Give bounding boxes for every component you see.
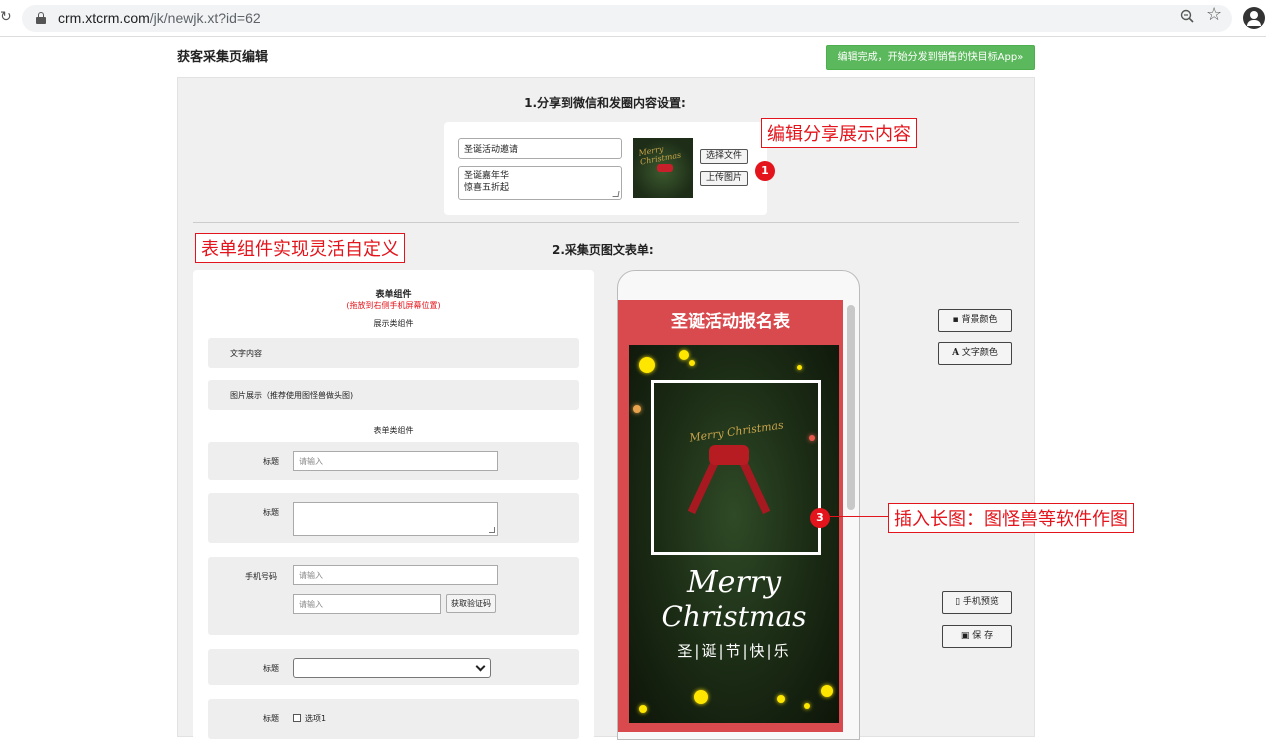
poster-frame <box>651 380 821 555</box>
form-section-title: 2.采集页图文表单: <box>552 243 654 257</box>
select-component[interactable]: 标题 <box>208 649 579 685</box>
component-panel-hint: (拖放到右侧手机屏幕位置) <box>346 301 441 310</box>
resize-handle-icon[interactable] <box>489 527 495 533</box>
select-dropdown[interactable] <box>293 658 491 678</box>
bokeh-light-decoration <box>821 685 833 697</box>
reload-icon[interactable]: ↻ <box>0 9 12 25</box>
finish-edit-button[interactable]: 编辑完成，开始分发到销售的快目标App» <box>826 45 1035 70</box>
component-label: 图片展示（推荐使用图怪兽做头图) <box>230 391 354 400</box>
text-field-input[interactable]: 请输入 <box>293 451 498 471</box>
floppy-disk-icon: ▣ <box>960 631 970 641</box>
checkbox[interactable] <box>293 714 301 722</box>
share-section-title: 1.分享到微信和发圈内容设置: <box>524 96 686 110</box>
choose-file-button[interactable]: 选择文件 <box>700 149 749 164</box>
share-desc-textarea[interactable]: 圣诞嘉年华 惊喜五折起 <box>458 166 622 200</box>
callout-connector-line <box>830 516 888 517</box>
textarea-component[interactable]: 标题 <box>208 493 579 543</box>
address-bar[interactable]: crm.xtcrm.com/jk/newjk.xt?id=62 <box>22 5 1232 32</box>
callout-form-components: 表单组件实现灵活自定义 <box>195 233 405 263</box>
phone-preview-button[interactable]: ▯ 手机预览 <box>942 591 1012 614</box>
mobile-icon: ▯ <box>955 597 961 607</box>
verify-code-input[interactable]: 请输入 <box>293 594 441 614</box>
text-field-component[interactable]: 标题 请输入 <box>208 442 579 480</box>
save-button[interactable]: ▣ 保 存 <box>942 625 1012 648</box>
poster-merry-text: Merry <box>686 565 782 600</box>
share-thumbnail: Merry Christmas <box>633 138 693 198</box>
resize-handle-icon[interactable] <box>612 191 620 197</box>
checkbox-option-label: 选项1 <box>305 714 327 723</box>
bow-decoration <box>657 164 673 172</box>
bokeh-light-decoration <box>639 357 655 373</box>
phone-form-title: 圣诞活动报名表 <box>671 312 790 332</box>
button-label: 保 存 <box>972 631 994 641</box>
poster-image[interactable]: Merry Christmas Merry Christmas 圣|诞|节|快|… <box>629 345 839 723</box>
share-desc-line: 惊喜五折起 <box>464 183 510 193</box>
bokeh-light-decoration <box>804 703 810 709</box>
button-label: 背景颜色 <box>961 315 998 325</box>
browser-toolbar: ↻ crm.xtcrm.com/jk/newjk.xt?id=62 ☆ <box>0 0 1266 37</box>
bokeh-light-decoration <box>777 695 785 703</box>
annotation-badge-1: 1 <box>755 161 775 181</box>
phone-scrollbar[interactable] <box>847 305 855 510</box>
bokeh-light-decoration <box>689 360 695 366</box>
phone-input[interactable]: 请输入 <box>293 565 498 585</box>
component-label: 标题 <box>263 664 279 673</box>
callout-edit-share: 编辑分享展示内容 <box>761 118 917 148</box>
upload-image-button[interactable]: 上传图片 <box>700 171 749 186</box>
annotation-badge-3: 3 <box>810 508 830 528</box>
poster-chinese-text: 圣|诞|节|快|乐 <box>677 642 791 660</box>
component-label: 标题 <box>263 714 279 723</box>
bokeh-light-decoration <box>694 690 708 704</box>
profile-icon[interactable] <box>1243 7 1265 29</box>
thumbnail-script-text: Merry Christmas <box>637 144 682 167</box>
bookmark-star-icon[interactable]: ☆ <box>1206 4 1222 25</box>
bokeh-light-decoration <box>633 405 641 413</box>
zoom-icon[interactable] <box>1180 9 1194 23</box>
poster-christmas-text: Christmas <box>661 600 807 633</box>
form-group-label: 表单类组件 <box>373 426 414 435</box>
bokeh-light-decoration <box>797 365 802 370</box>
text-content-component[interactable]: 文字内容 <box>208 338 579 368</box>
chevron-down-icon <box>475 661 486 672</box>
phone-field-component[interactable]: 手机号码 请输入 请输入 获取验证码 <box>208 557 579 635</box>
bow-decoration <box>709 445 749 465</box>
callout-insert-image: 插入长图：图怪兽等软件作图 <box>888 503 1134 533</box>
bokeh-light-decoration <box>639 705 647 713</box>
lock-icon <box>36 12 46 24</box>
share-desc-line: 圣诞嘉年华 <box>464 171 510 181</box>
component-label: 标题 <box>263 457 279 466</box>
bokeh-light-decoration <box>679 350 689 360</box>
button-label: 手机预览 <box>962 597 999 607</box>
button-label: 文字颜色 <box>961 348 998 358</box>
url-text: crm.xtcrm.com/jk/newjk.xt?id=62 <box>58 10 261 26</box>
page-title: 获客采集页编辑 <box>177 50 269 65</box>
background-color-button[interactable]: ▪ 背景颜色 <box>938 309 1012 332</box>
get-verify-code-button[interactable]: 获取验证码 <box>446 594 496 613</box>
section-divider <box>193 222 1019 223</box>
component-label: 手机号码 <box>245 572 277 581</box>
checkbox-component[interactable]: 标题 选项1 <box>208 699 579 739</box>
share-title-input[interactable]: 圣诞活动邀请 <box>458 138 622 159</box>
file-icon: ▪ <box>952 315 959 325</box>
component-label: 文字内容 <box>230 349 262 358</box>
component-label: 标题 <box>263 508 279 517</box>
display-group-label: 展示类组件 <box>373 319 414 328</box>
text-color-button[interactable]: A 文字颜色 <box>938 342 1012 365</box>
font-icon: A <box>952 348 960 358</box>
image-display-component[interactable]: 图片展示（推荐使用图怪兽做头图) <box>208 380 579 410</box>
component-panel-title: 表单组件 <box>375 290 412 300</box>
textarea-input[interactable] <box>293 502 498 536</box>
